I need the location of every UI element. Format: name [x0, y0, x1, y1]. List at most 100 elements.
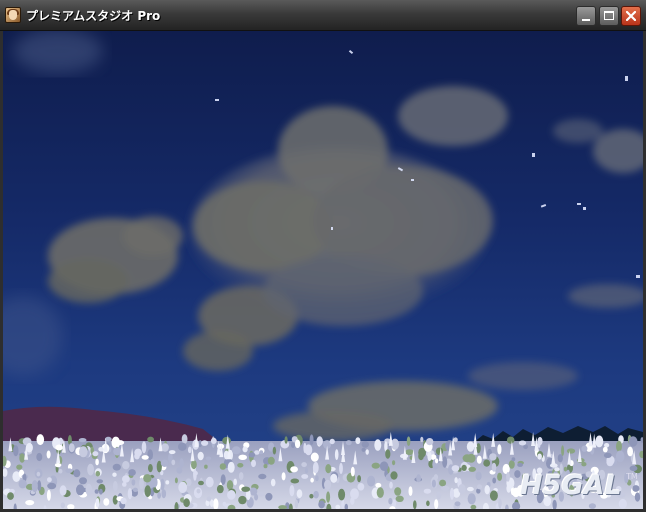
flower-petal — [176, 467, 183, 474]
flower-petal — [497, 472, 503, 481]
flower-petal — [18, 479, 27, 489]
flower-petal — [178, 481, 188, 493]
flower-petal — [13, 445, 19, 457]
flower-petal — [628, 436, 638, 447]
flower-petal — [345, 440, 352, 446]
flower-petal — [557, 454, 563, 463]
flower-petal — [265, 492, 273, 501]
flower-petal — [197, 451, 204, 461]
flower-petal — [606, 457, 614, 467]
flower-petal — [581, 445, 588, 452]
flower-petal — [79, 477, 87, 485]
flower-petal — [238, 472, 244, 481]
flower-petal — [313, 490, 319, 499]
flower-petal — [325, 464, 332, 474]
flower-petal — [98, 447, 104, 452]
flower-petal — [602, 446, 608, 453]
flower-petal — [257, 492, 265, 497]
flower-petal — [242, 446, 248, 453]
flower-petal — [326, 491, 331, 503]
flower-petal — [484, 485, 490, 495]
flower-petal — [476, 484, 483, 490]
flower-petal — [324, 479, 332, 490]
flower-petal — [174, 477, 178, 484]
flower-petal — [497, 444, 502, 455]
flower-petal — [7, 492, 14, 500]
flower-petal — [128, 469, 136, 476]
flower-petal — [304, 444, 313, 456]
flower-petal — [616, 440, 622, 452]
flower-petal — [233, 478, 237, 486]
app-icon[interactable] — [5, 7, 21, 23]
flower-petal — [238, 495, 247, 505]
flower-petal — [453, 437, 458, 443]
flower-petal — [68, 443, 75, 453]
flower-petal — [148, 464, 153, 473]
maximize-button[interactable] — [599, 6, 619, 26]
flower-petal — [122, 461, 130, 470]
flower-petal — [99, 488, 103, 495]
flower-petal — [374, 439, 382, 451]
flower-petal — [588, 503, 597, 509]
flower-petal — [350, 466, 355, 477]
flower-petal — [161, 443, 169, 452]
flower-petal — [310, 452, 319, 462]
flower-petal — [272, 446, 277, 455]
flower-petal — [301, 462, 307, 468]
flower-petal — [267, 456, 275, 465]
flower-petal — [491, 462, 497, 472]
flower-petal — [338, 488, 346, 501]
flower-petal — [157, 492, 162, 499]
flower-petal — [216, 484, 224, 494]
game-viewport[interactable]: H5GAL TM — [3, 31, 643, 509]
flower-petal — [316, 436, 323, 446]
flower-petal — [78, 438, 87, 443]
flower-petal — [318, 500, 325, 509]
flower-petal — [141, 441, 147, 454]
flower-petal — [95, 498, 100, 508]
flower-petal — [376, 487, 384, 498]
flower-petal — [423, 488, 432, 494]
flower-petal — [73, 469, 81, 478]
flower-petal — [55, 444, 63, 451]
flower-petal — [357, 483, 365, 491]
window-title: プレミアムスタジオ Pro — [26, 9, 161, 23]
flower-petal — [79, 446, 88, 458]
title-bar[interactable]: プレミアムスタジオ Pro — [0, 0, 646, 31]
flower-petal — [518, 440, 527, 446]
app-icon-face — [9, 10, 17, 20]
flower-petal — [95, 458, 99, 466]
flower-petal — [475, 471, 482, 481]
flower-bud — [473, 433, 478, 447]
minimize-button[interactable] — [576, 6, 596, 26]
flower-petal — [413, 500, 417, 509]
flower-petal — [270, 478, 276, 487]
flower-petal — [60, 502, 65, 509]
maximize-icon — [604, 11, 614, 20]
flower-petal — [334, 449, 339, 461]
close-button[interactable] — [621, 6, 641, 26]
flower-petal — [290, 478, 300, 484]
flower-petal — [231, 446, 241, 455]
flower-petal — [615, 450, 625, 463]
flower-petal — [476, 455, 482, 464]
flower-petal — [210, 437, 217, 444]
flower-petal — [134, 448, 142, 457]
flower-petal — [511, 457, 516, 462]
flower-petal — [193, 469, 197, 481]
flower-petal — [144, 485, 151, 497]
flower-petal — [25, 500, 35, 506]
flower-petal — [375, 482, 382, 488]
flower-petal — [489, 453, 497, 461]
flower-petal — [506, 472, 510, 482]
flower-petal — [196, 488, 201, 494]
flower-petal — [329, 438, 335, 445]
flower-petal — [139, 477, 144, 490]
flower-petal — [427, 451, 432, 462]
flower-petal — [603, 452, 612, 458]
flower-petal — [25, 442, 33, 453]
cloud-main — [183, 86, 508, 371]
flower-petal — [103, 498, 110, 506]
flower-petal — [508, 460, 515, 469]
flower-petal — [205, 456, 212, 461]
